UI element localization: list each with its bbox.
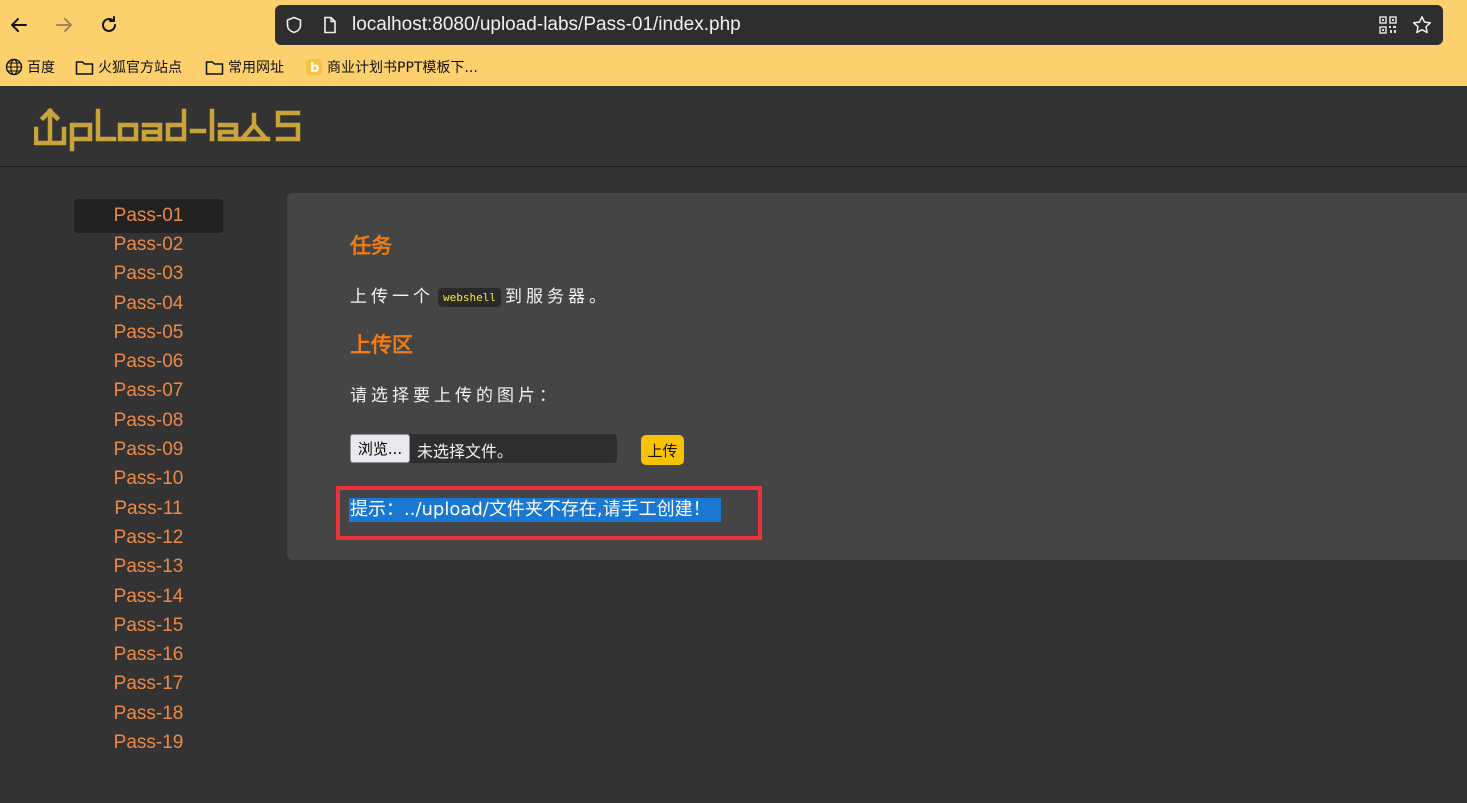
- webshell-code: webshell: [438, 287, 501, 307]
- sidebar-item-pass-13[interactable]: Pass-13: [74, 552, 223, 581]
- bookmark-baidu[interactable]: 百度: [5, 57, 55, 77]
- sidebar-item-pass-09[interactable]: Pass-09: [74, 435, 223, 464]
- upload-button[interactable]: 上传: [641, 435, 684, 465]
- sidebar-item-pass-03[interactable]: Pass-03: [74, 259, 223, 288]
- file-status: 未选择文件。: [417, 442, 514, 461]
- upload-labs-logo[interactable]: [33, 103, 324, 159]
- reload-icon: [102, 16, 116, 32]
- task-description: 上传一个 webshell 到服务器。: [350, 282, 610, 307]
- choose-file-label: 请选择要上传的图片：: [350, 386, 560, 406]
- url-text[interactable]: localhost:8080/upload-labs/Pass-01/index…: [352, 14, 741, 36]
- task-text-before: 上传一个: [350, 287, 434, 307]
- address-bar[interactable]: localhost:8080/upload-labs/Pass-01/index…: [275, 5, 1443, 45]
- sidebar-item-pass-12[interactable]: Pass-12: [74, 523, 223, 552]
- page-icon[interactable]: [320, 15, 340, 35]
- arrow-left-icon: [11, 18, 27, 32]
- bookmark-label: 常用网址: [228, 60, 284, 76]
- annotation-highlight-box: [336, 486, 762, 540]
- sidebar-item-pass-11[interactable]: Pass-11: [74, 494, 223, 523]
- sidebar-item-pass-17[interactable]: Pass-17: [74, 669, 223, 698]
- sidebar-item-pass-07[interactable]: Pass-07: [74, 376, 223, 405]
- bookmark-ppt-templates[interactable]: b 商业计划书PPT模板下...: [305, 57, 478, 77]
- sidebar-item-pass-06[interactable]: Pass-06: [74, 347, 223, 376]
- site-header: [0, 86, 1467, 167]
- task-heading: 任务: [350, 234, 392, 258]
- bookmark-label: 商业计划书PPT模板下...: [327, 60, 478, 76]
- bookmark-label: 百度: [27, 60, 55, 76]
- folder-icon: [75, 60, 94, 75]
- star-icon[interactable]: [1412, 15, 1432, 35]
- pass-sidebar: Pass-01 Pass-02 Pass-03 Pass-04 Pass-05 …: [74, 199, 223, 757]
- browser-toolbar: localhost:8080/upload-labs/Pass-01/index…: [0, 0, 1467, 86]
- back-button[interactable]: [5, 11, 33, 39]
- forward-button[interactable]: [50, 11, 78, 39]
- site-favicon-icon: b: [306, 59, 322, 76]
- bookmark-common-sites[interactable]: 常用网址: [205, 57, 284, 77]
- svg-text:b: b: [310, 61, 319, 76]
- sidebar-item-pass-16[interactable]: Pass-16: [74, 640, 223, 669]
- upload-heading: 上传区: [350, 333, 413, 357]
- sidebar-item-pass-01[interactable]: Pass-01: [74, 199, 223, 233]
- bookmark-firefox-sites[interactable]: 火狐官方站点: [75, 57, 182, 77]
- browse-button[interactable]: 浏览...: [350, 434, 410, 463]
- task-text-after: 到服务器。: [504, 287, 610, 307]
- sidebar-item-pass-02[interactable]: Pass-02: [74, 230, 223, 259]
- arrow-right-icon: [56, 18, 72, 32]
- sidebar-item-pass-14[interactable]: Pass-14: [74, 582, 223, 611]
- sidebar-item-pass-04[interactable]: Pass-04: [74, 289, 223, 318]
- bookmarks-bar: 百度 火狐官方站点 常用网址 b 商业计划书PPT模板下...: [0, 54, 1467, 82]
- reload-button[interactable]: [95, 11, 123, 39]
- sidebar-item-pass-15[interactable]: Pass-15: [74, 611, 223, 640]
- shield-icon[interactable]: [284, 15, 304, 35]
- sidebar-item-pass-08[interactable]: Pass-08: [74, 406, 223, 435]
- sidebar-item-pass-05[interactable]: Pass-05: [74, 318, 223, 347]
- file-input[interactable]: 浏览... 未选择文件。: [350, 434, 617, 463]
- sidebar-item-pass-19[interactable]: Pass-19: [74, 728, 223, 757]
- sidebar-item-pass-18[interactable]: Pass-18: [74, 699, 223, 728]
- sidebar-item-pass-10[interactable]: Pass-10: [74, 464, 223, 493]
- qr-code-icon[interactable]: [1378, 15, 1398, 35]
- bookmark-label: 火狐官方站点: [98, 60, 182, 76]
- folder-icon: [205, 60, 224, 75]
- globe-icon: [5, 58, 23, 76]
